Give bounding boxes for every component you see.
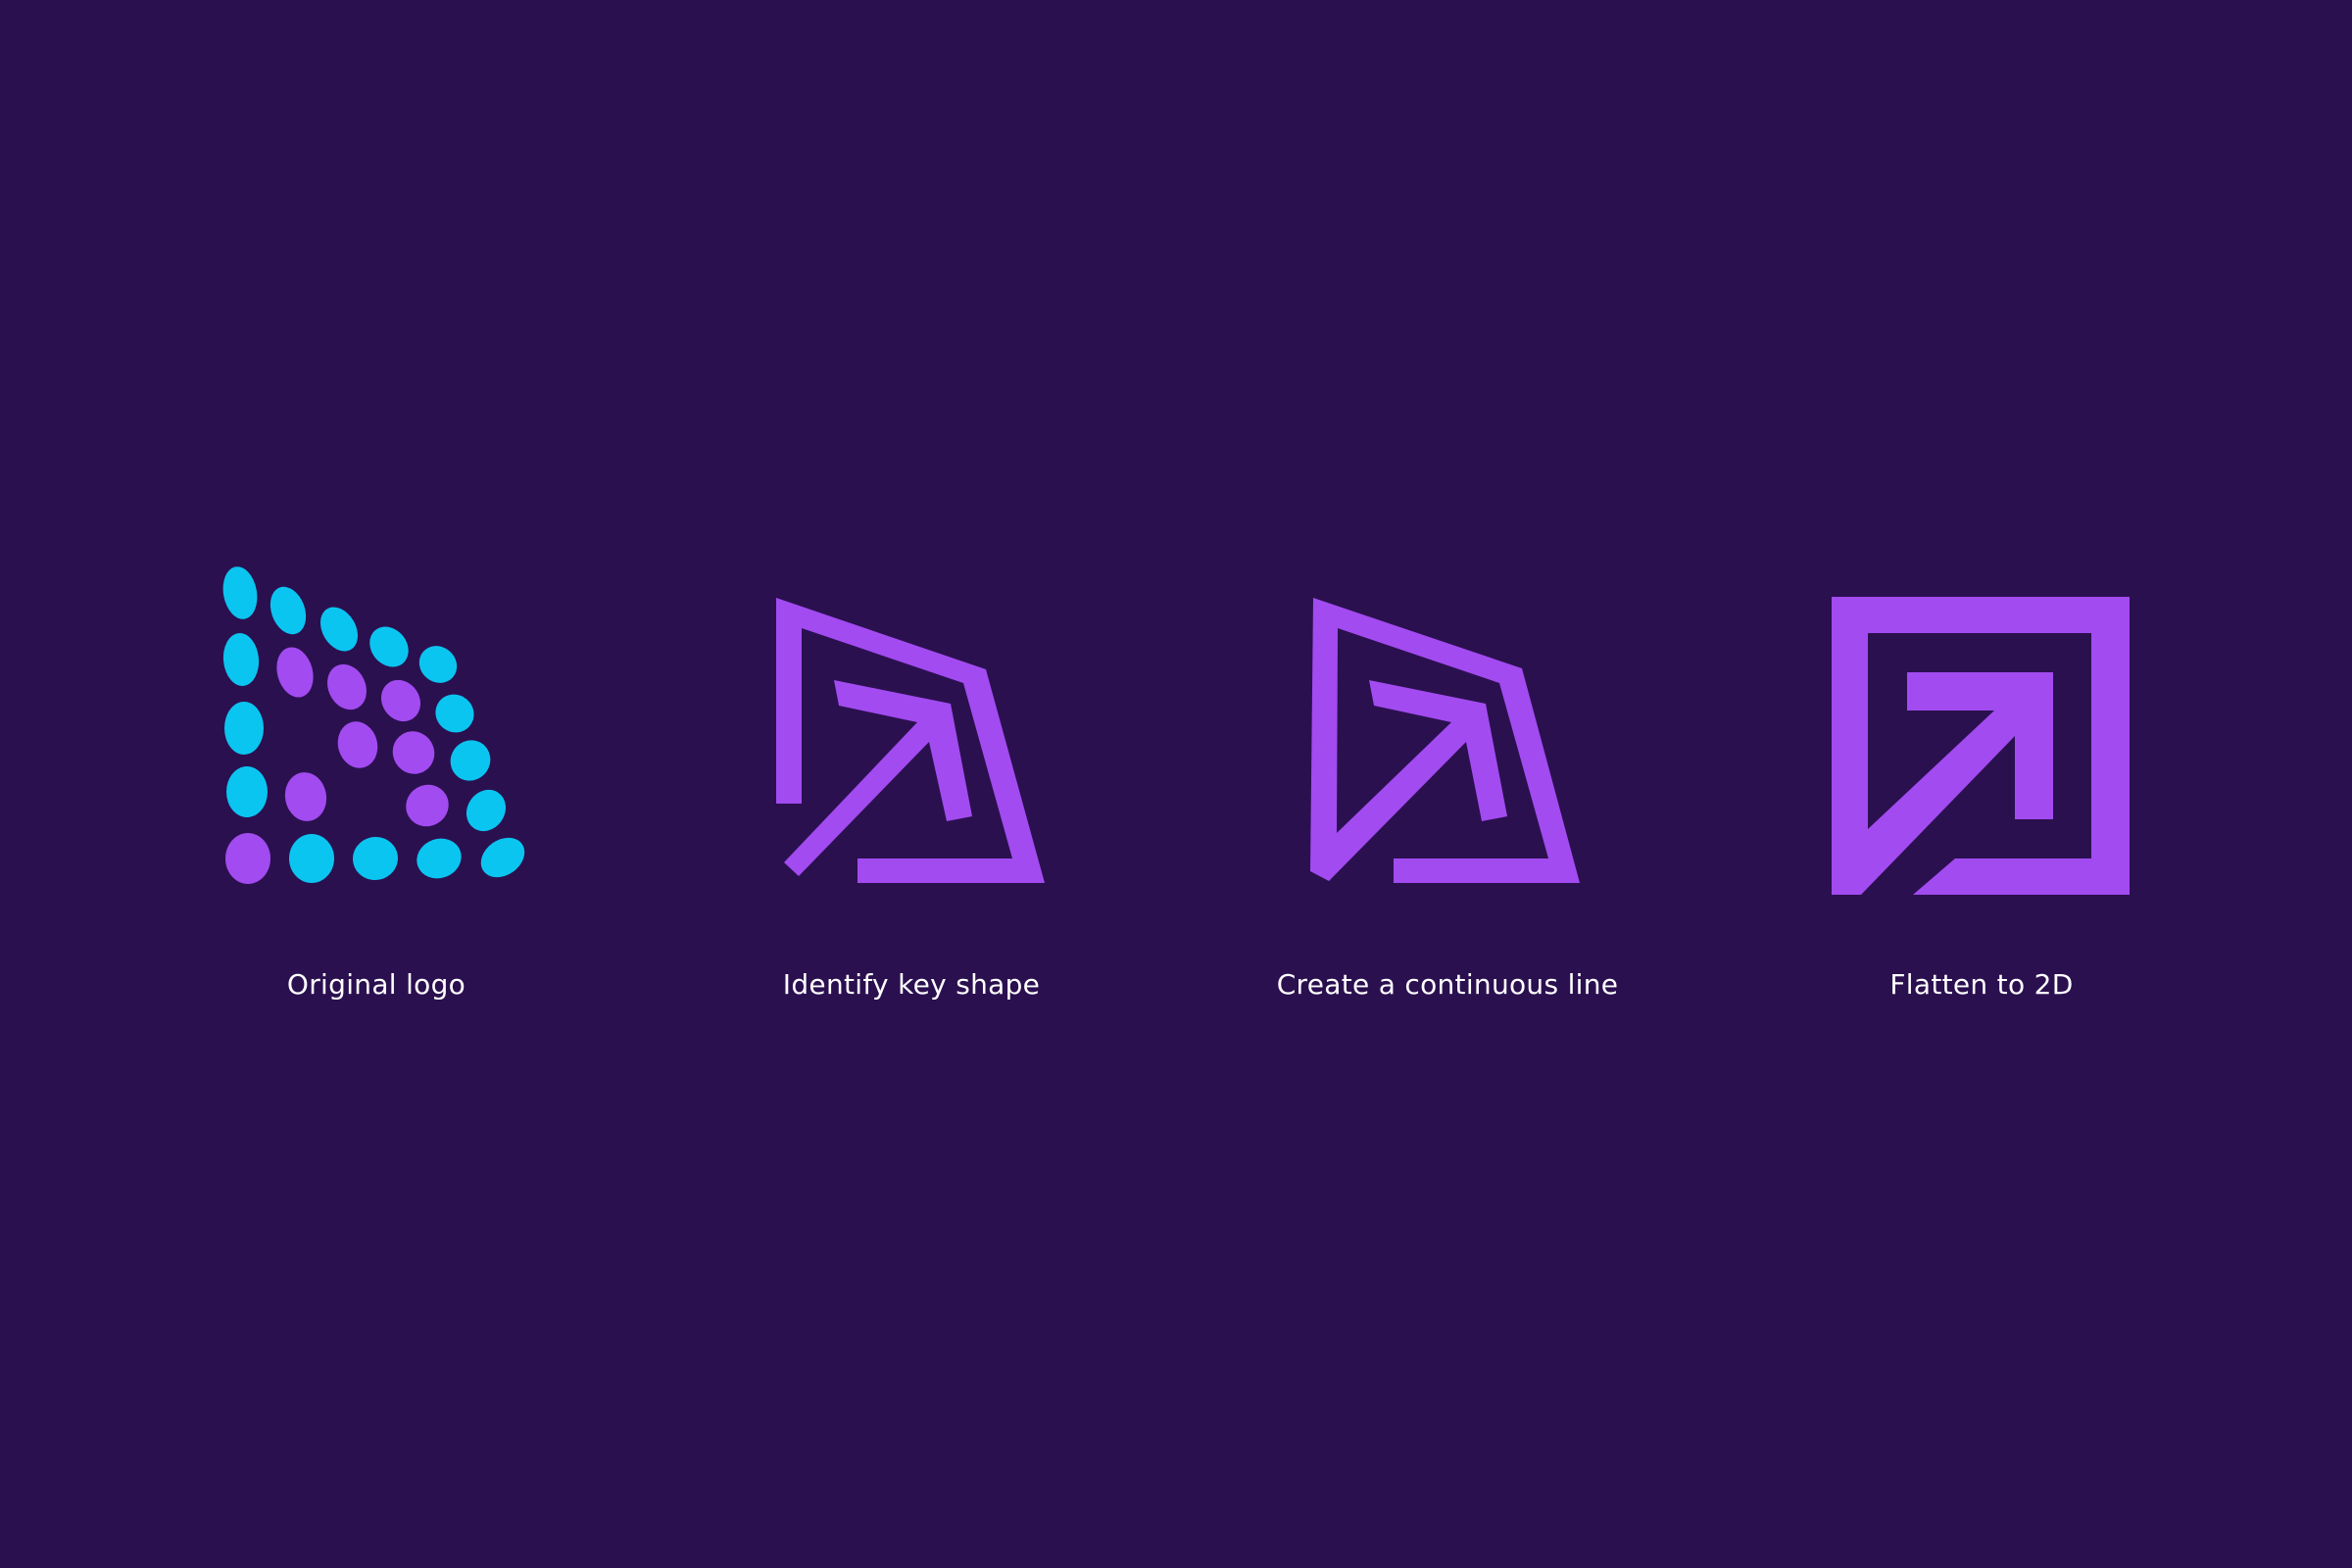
caption-flatten-to-2d: Flatten to 2D xyxy=(1889,968,2074,1001)
logo-evolution-canvas: Original logo Identify key shape Create … xyxy=(0,0,2352,1568)
flat-square-arrow-icon xyxy=(1832,597,2130,895)
step-flatten-to-2d: Flatten to 2D xyxy=(0,0,2352,1568)
